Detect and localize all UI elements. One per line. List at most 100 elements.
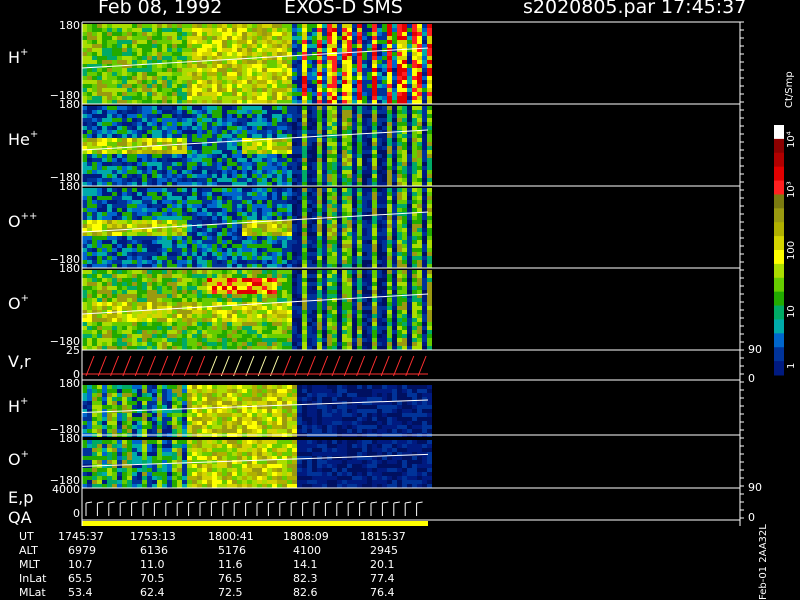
spectrogram-cell [392,72,397,76]
spectrogram-cell [377,244,382,248]
spectrogram-cell [337,192,342,196]
spectrogram-cell [427,68,432,72]
spectrogram-cell [412,208,417,212]
spectrogram-cell [247,342,252,346]
spectrogram-cell [152,244,157,248]
spectrogram-cell [267,182,272,186]
spectrogram-cell [312,182,317,186]
spectrogram-cell [427,52,432,56]
spectrogram-cell [367,264,372,268]
spectrogram-cell [92,118,97,122]
spectrogram-cell [297,240,302,244]
spectrogram-cell [377,32,382,36]
spectrogram-cell [277,122,282,126]
spectrogram-cell [172,64,177,68]
spectrogram-cell [172,44,177,48]
spectrogram-cell [177,270,182,274]
spectrogram-cell [177,146,182,150]
spectrogram-cell [332,48,337,52]
spectrogram-cell [322,200,327,204]
spectrogram-cell [172,240,177,244]
spectrogram-cell [197,170,202,174]
spectrogram-cell [182,80,187,84]
spectrogram-cell [427,192,432,196]
spectrogram-cell [217,52,222,56]
spectrogram-cell [82,200,87,204]
spectrogram-cell [172,118,177,122]
spectrogram-cell [207,330,212,334]
spectrogram-cell [422,264,427,268]
spectrogram-cell [382,28,387,32]
spectrogram-cell [177,232,182,236]
spectrogram-cell [387,40,392,44]
spectrogram-cell [422,52,427,56]
spectrogram-cell [227,158,232,162]
spectrogram-cell [222,72,227,76]
spectrogram-cell [307,264,312,268]
spectrogram-cell [262,96,267,100]
spectrogram-cell [362,138,367,142]
spectrogram-cell [332,72,337,76]
spectrogram-cell [137,126,142,130]
spectrogram-cell [352,142,357,146]
spectrogram-cell [82,286,87,290]
spectrogram-cell [117,32,122,36]
spectrogram-cell [142,154,147,158]
spectrogram-cell [282,188,287,192]
spectrogram-cell [377,252,382,256]
spectrogram-cell [262,334,267,338]
spectrogram-cell [247,60,252,64]
spectrogram-cell [292,212,297,216]
spectrogram-cell [162,298,167,302]
spectrogram-cell [122,154,127,158]
spectrogram-cell [317,264,322,268]
spectrogram-cell [282,110,287,114]
spectrogram-cell [327,240,332,244]
spectrogram-cell [217,278,222,282]
spectrogram-cell [257,146,262,150]
spectrogram-cell [387,170,392,174]
spectrogram-cell [322,88,327,92]
spectrogram-cell [232,150,237,154]
spectrogram-cell [247,334,252,338]
spectrogram-cell [357,256,362,260]
spectrogram-cell [127,318,132,322]
spectrogram-cell [222,178,227,182]
spectrogram-cell [137,162,142,166]
spectrogram-cell [422,126,427,130]
spectrogram-cell [162,44,167,48]
spectrogram-cell [322,228,327,232]
spectrogram-cell [102,166,107,170]
spectrogram-cell [172,208,177,212]
spectrogram-cell [347,64,352,68]
spectrogram-cell [207,212,212,216]
spectrogram-cell [272,236,277,240]
spectrogram-cell [212,64,217,68]
spectrogram-cell [247,24,252,28]
spectrogram-cell [82,134,87,138]
spectrogram-cell [257,40,262,44]
spectrogram-cell [87,244,92,248]
spectrogram-cell [147,100,152,104]
spectrogram-cell [227,274,232,278]
spectrogram-cell [287,170,292,174]
spectrogram-cell [82,44,87,48]
spectrogram-cell [352,244,357,248]
spectrogram-cell [87,220,92,224]
spectrogram-cell [257,48,262,52]
spectrogram-cell [242,76,247,80]
spectrogram-cell [137,130,142,134]
spectrogram-cell [412,236,417,240]
spectrogram-cell [237,232,242,236]
spectrogram-cell [247,146,252,150]
spectrogram-cell [272,330,277,334]
spectrogram-cell [387,224,392,228]
spectrogram-cell [192,318,197,322]
spectrogram-cell [417,126,422,130]
spectrogram-cell [262,72,267,76]
spectrogram-cell [217,260,222,264]
spectrogram-cell [117,204,122,208]
spectrogram-cell [297,158,302,162]
spectrogram-cell [407,72,412,76]
spectrogram-cell [262,196,267,200]
